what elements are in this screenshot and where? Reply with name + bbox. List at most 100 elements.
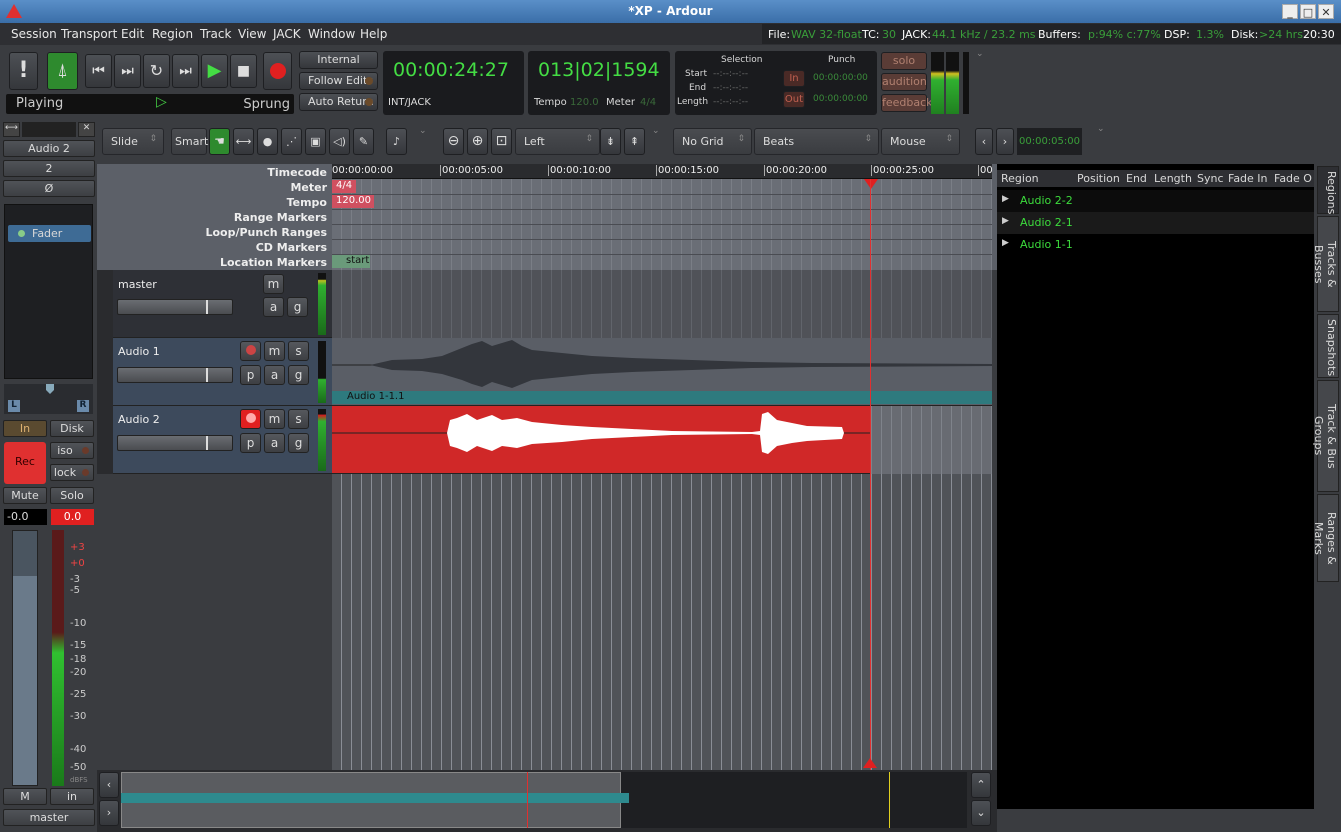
track-name[interactable]: master	[118, 278, 157, 291]
secondary-clock[interactable]: 013|02|1594 Tempo 120.0 Meter 4/4	[528, 51, 670, 115]
editor-summary[interactable]: ‹ › ⌃ ⌄	[97, 770, 997, 832]
toolbar-overflow-icon[interactable]: ⌄	[419, 126, 427, 136]
track-header-audio-2[interactable]: Audio 2 m s p a g	[113, 406, 332, 474]
region-row[interactable]: ▶ Audio 2-1	[997, 212, 1314, 234]
selection-start-value[interactable]: --:--:--:--	[713, 69, 748, 79]
group-button[interactable]: g	[288, 433, 309, 453]
scroll-right-button[interactable]: ›	[99, 800, 119, 826]
master-lane[interactable]	[332, 270, 992, 338]
tab-snapshots[interactable]: Snapshots	[1317, 314, 1339, 378]
menu-view[interactable]: View	[238, 27, 266, 41]
mute-button[interactable]: Mute	[3, 487, 47, 504]
scroll-down-button[interactable]: ⌄	[971, 800, 991, 826]
primary-clock[interactable]: 00:00:24:27 INT/JACK	[383, 51, 524, 115]
shuttle-mode[interactable]: Sprung	[243, 97, 290, 112]
playlist-button[interactable]: p	[240, 433, 261, 453]
stretch-tool-button[interactable]: ▣	[305, 128, 326, 155]
col-fade-in[interactable]: Fade In	[1228, 172, 1268, 185]
track-mute-button[interactable]: m	[264, 341, 285, 361]
track-rec-button[interactable]	[240, 409, 261, 429]
gain-fader[interactable]	[12, 530, 38, 786]
solo-isolate-button[interactable]: iso	[50, 442, 94, 459]
meter-marker[interactable]: 4/4	[332, 180, 356, 193]
track-header-master[interactable]: master m a g	[113, 270, 332, 338]
panic-button[interactable]: !	[9, 52, 38, 90]
edit-point-select[interactable]: Mouse ⇕	[881, 128, 960, 155]
selection-length-value[interactable]: --:--:--:--	[713, 97, 748, 107]
automation-button[interactable]: a	[264, 365, 285, 385]
meter-in-button[interactable]: in	[50, 788, 94, 805]
track-mute-button[interactable]: m	[264, 409, 285, 429]
record-button[interactable]	[263, 52, 292, 90]
col-end[interactable]: End	[1126, 172, 1147, 185]
nudge-clock[interactable]: 00:00:05:00	[1017, 128, 1082, 155]
playlist-button[interactable]: p	[240, 365, 261, 385]
selection-end-value[interactable]: --:--:--:--	[713, 83, 748, 93]
track-rec-button[interactable]	[240, 341, 261, 361]
menu-help[interactable]: Help	[360, 27, 387, 41]
stop-button[interactable]: ■	[230, 54, 257, 88]
col-position[interactable]: Position	[1077, 172, 1120, 185]
track-gain-slider[interactable]	[117, 367, 233, 383]
play-range-button[interactable]: ⏭	[172, 54, 199, 88]
panner[interactable]: L R	[4, 384, 93, 414]
col-length[interactable]: Length	[1154, 172, 1192, 185]
solo-button[interactable]: Solo	[50, 487, 94, 504]
playhead-top-icon[interactable]	[864, 179, 878, 189]
grab-tool-button[interactable]: ☚	[209, 128, 230, 155]
track-name[interactable]: Audio 2	[118, 413, 160, 426]
grid-type-select[interactable]: No Grid ⇕	[673, 128, 752, 155]
expander-icon[interactable]: ▶	[1002, 238, 1009, 248]
goto-end-button[interactable]: ⏭	[114, 54, 141, 88]
punch-out-button[interactable]: Out	[783, 91, 805, 108]
location-marker-start[interactable]: start	[332, 255, 370, 268]
tab-regions[interactable]: Regions	[1317, 166, 1339, 214]
tab-ranges-marks[interactable]: Ranges & Marks	[1312, 494, 1339, 582]
group-button[interactable]: g	[288, 365, 309, 385]
group-button[interactable]: g	[287, 297, 308, 317]
peak-display[interactable]: 0.0	[51, 509, 94, 525]
punch-in-value[interactable]: 00:00:00:00	[813, 73, 868, 83]
track-header-audio-1[interactable]: Audio 1 m s p a g	[113, 338, 332, 406]
monitor-input-button[interactable]: In	[3, 420, 47, 437]
automation-button[interactable]: a	[264, 433, 285, 453]
timecode-ruler[interactable]: 00:00:00:00 00:00:05:00 00:00:10:00 00:0…	[332, 164, 993, 179]
range-tool-button[interactable]: ⟷	[233, 128, 254, 155]
track-group-tabs[interactable]	[97, 270, 113, 474]
playhead-line[interactable]	[870, 270, 871, 770]
strip-close-icon[interactable]: ✕	[78, 122, 95, 137]
sync-button[interactable]: Internal	[299, 51, 378, 69]
rec-enable-button[interactable]: Rec	[4, 442, 46, 484]
track-solo-button[interactable]: s	[288, 341, 309, 361]
feedback-button[interactable]: feedback	[881, 94, 933, 112]
meter-point-button[interactable]: M	[3, 788, 47, 805]
audio-2-recording-region[interactable]	[332, 406, 870, 474]
menu-session[interactable]: Session	[11, 27, 57, 41]
track-solo-button[interactable]: s	[288, 409, 309, 429]
zoom-focus-select[interactable]: Left ⇕	[515, 128, 600, 155]
menu-transport[interactable]: Transport	[61, 27, 117, 41]
tab-track-bus-groups[interactable]: Track & Bus Groups	[1312, 380, 1339, 492]
shrink-tracks-button[interactable]: ⇟	[600, 128, 621, 155]
region-row[interactable]: ▶ Audio 1-1	[997, 234, 1314, 256]
cut-tool-button[interactable]: ●	[257, 128, 278, 155]
summary-canvas[interactable]	[121, 772, 967, 828]
auto-return-toggle[interactable]: Auto Return	[299, 93, 378, 111]
loop-button[interactable]: ↻	[143, 54, 170, 88]
follow-edits-toggle[interactable]: Follow Edits	[299, 72, 378, 90]
region-row[interactable]: ▶ Audio 2-2	[997, 190, 1314, 212]
scroll-up-button[interactable]: ⌃	[971, 772, 991, 798]
maximize-icon[interactable]: □	[1300, 4, 1316, 19]
edit-mode-select[interactable]: Slide ⇕	[102, 128, 164, 155]
strip-name-button[interactable]: Audio 2	[3, 140, 95, 157]
region-name-bar[interactable]: Audio 1-1.1	[332, 391, 992, 404]
expander-icon[interactable]: ▶	[1002, 194, 1009, 204]
internal-edit-button[interactable]: ♪	[386, 128, 407, 155]
toolbar-overflow-icon[interactable]: ⌄	[652, 126, 660, 136]
expander-icon[interactable]: ▶	[1002, 216, 1009, 226]
playhead-bottom-icon[interactable]	[863, 758, 877, 768]
master-mute-button[interactable]: m	[263, 274, 284, 294]
solo-lock-button[interactable]: lock	[50, 464, 94, 481]
minimize-icon[interactable]: _	[1282, 4, 1298, 19]
menu-track[interactable]: Track	[200, 27, 231, 41]
